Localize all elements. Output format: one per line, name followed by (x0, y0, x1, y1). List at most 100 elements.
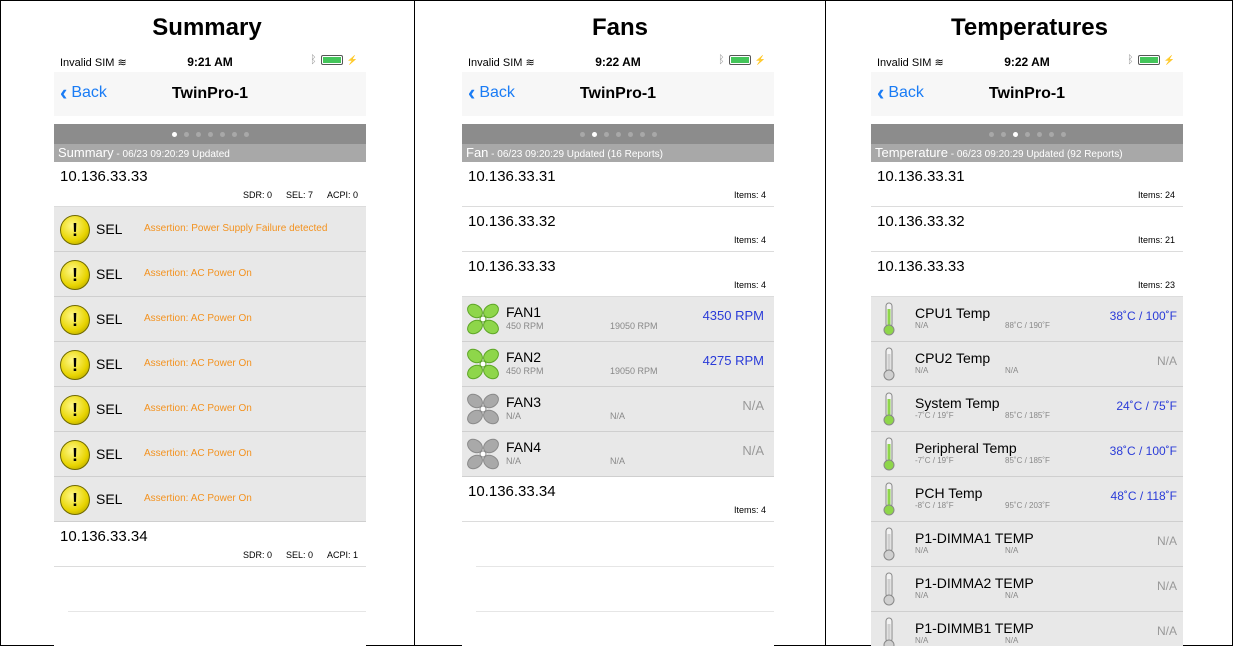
page-dot[interactable] (219, 131, 225, 137)
host-row[interactable]: 10.136.33.31 Items: 4 (462, 162, 774, 207)
charging-icon: ⚡ (754, 54, 766, 65)
page-indicator[interactable] (462, 124, 774, 144)
page-dot[interactable] (171, 131, 177, 137)
host-ip: 10.136.33.33 (877, 258, 965, 275)
page-dot[interactable] (1024, 131, 1030, 137)
fan-name: FAN4 (506, 439, 542, 455)
fan-row[interactable]: FAN4 N/A N/A N/A (462, 432, 774, 477)
page-dot[interactable] (207, 131, 213, 137)
page-dot[interactable] (591, 131, 597, 137)
event-type: SEL (96, 446, 123, 462)
section-subtitle: - 06/23 09:20:29 Updated (92 Reports) (947, 149, 1123, 160)
temperatures-phone-screen: Invalid SIM ≋ 9:22 AM ᛒ ⚡ ‹ Back TwinPro… (871, 50, 1183, 646)
status-indicators: ᛒ ⚡ (1127, 54, 1175, 66)
host-ip: 10.136.33.34 (468, 483, 556, 500)
empty-row (68, 612, 366, 646)
temperature-row[interactable]: P1-DIMMB1 TEMP N/A N/A N/A (871, 612, 1183, 646)
page-dot[interactable] (579, 131, 585, 137)
host-row[interactable]: 10.136.33.34 Items: 4 (462, 477, 774, 522)
fan-value: 4275 RPM (702, 353, 764, 368)
temperature-value: 38˚C / 100˚F (1109, 444, 1177, 458)
temperature-value: N/A (1156, 354, 1177, 368)
temperature-max: N/A (1005, 591, 1019, 600)
page-dot[interactable] (627, 131, 633, 137)
page-dot[interactable] (1012, 131, 1018, 137)
page-dot[interactable] (1000, 131, 1006, 137)
host-row[interactable]: 10.136.33.33 SDR: 0 SEL: 7 ACPI: 0 (54, 162, 366, 207)
temperature-value: N/A (1156, 579, 1177, 593)
page-dot[interactable] (615, 131, 621, 137)
host-items: Items: 24 (1138, 190, 1175, 200)
host-ip: 10.136.33.32 (877, 213, 965, 230)
host-row[interactable]: 10.136.33.34 SDR: 0 SEL: 0 ACPI: 1 (54, 522, 366, 567)
temperature-min: N/A (915, 366, 929, 375)
fan-value: N/A (742, 443, 764, 458)
sdr-count: SDR: 0 (242, 190, 272, 200)
temperature-value: 48˚C / 118˚F (1110, 489, 1177, 503)
temperature-row[interactable]: PCH Temp -8˚C / 18˚F 95˚C / 203˚F 48˚C / 11… (871, 477, 1183, 522)
temperature-row[interactable]: CPU1 Temp N/A 88˚C / 190˚F 38˚C / 100˚F (871, 297, 1183, 342)
event-row[interactable]: ! SEL Assertion: Power Supply Failure dete… (54, 207, 366, 252)
temperature-min: -8˚C / 18˚F (915, 501, 954, 510)
host-row[interactable]: 10.136.33.31 Items: 24 (871, 162, 1183, 207)
section-header: Summary - 06/23 09:20:29 Updated (54, 144, 366, 162)
event-row[interactable]: ! SEL Assertion: AC Power On (54, 252, 366, 297)
fan-min: N/A (506, 456, 522, 466)
status-bar: Invalid SIM ≋ 9:22 AM ᛒ ⚡ (462, 50, 774, 72)
fan-row[interactable]: FAN3 N/A N/A N/A (462, 387, 774, 432)
host-row[interactable]: 10.136.33.33 Items: 4 (462, 252, 774, 297)
fan-row[interactable]: FAN1 450 RPM 19050 RPM 4350 RPM (462, 297, 774, 342)
event-row[interactable]: ! SEL Assertion: AC Power On (54, 387, 366, 432)
event-type: SEL (96, 356, 123, 372)
warning-icon: ! (60, 350, 90, 380)
page-dot[interactable] (639, 131, 645, 137)
temperature-row[interactable]: P1-DIMMA1 TEMP N/A N/A N/A (871, 522, 1183, 567)
host-row[interactable]: 10.136.33.32 Items: 4 (462, 207, 774, 252)
temperature-max: 95˚C / 203˚F (1005, 501, 1050, 510)
page-dot[interactable] (651, 131, 657, 137)
temperature-row[interactable]: P1-DIMMA2 TEMP N/A N/A N/A (871, 567, 1183, 612)
items-count: Items: 24 (1137, 190, 1175, 200)
host-row[interactable]: 10.136.33.32 Items: 21 (871, 207, 1183, 252)
page-dot[interactable] (1060, 131, 1066, 137)
sel-count: SEL: 7 (285, 190, 313, 200)
page-dot[interactable] (195, 131, 201, 137)
thermometer-icon (881, 526, 897, 562)
page-dot[interactable] (183, 131, 189, 137)
host-ip: 10.136.33.33 (468, 258, 556, 275)
page-dot[interactable] (988, 131, 994, 137)
acpi-count: ACPI: 1 (326, 550, 358, 560)
temperature-sensor-list: CPU1 Temp N/A 88˚C / 190˚F 38˚C / 100˚F CPU2… (871, 297, 1183, 646)
items-count: Items: 23 (1137, 280, 1175, 290)
event-row[interactable]: ! SEL Assertion: AC Power On (54, 342, 366, 387)
battery-icon (1137, 55, 1160, 65)
navigation-bar: ‹ Back TwinPro-1 (871, 72, 1183, 116)
page-dot[interactable] (243, 131, 249, 137)
page-dot[interactable] (603, 131, 609, 137)
event-row[interactable]: ! SEL Assertion: AC Power On (54, 297, 366, 342)
fans-phone-screen: Invalid SIM ≋ 9:22 AM ᛒ ⚡ ‹ Back TwinPro… (462, 50, 774, 646)
page-dot[interactable] (231, 131, 237, 137)
temperature-min: N/A (915, 546, 929, 555)
empty-row (476, 522, 774, 567)
temperature-min: N/A (915, 321, 929, 330)
page-indicator[interactable] (54, 124, 366, 144)
fan-row[interactable]: FAN2 450 RPM 19050 RPM 4275 RPM (462, 342, 774, 387)
page-dot[interactable] (1036, 131, 1042, 137)
summary-column: Summary Invalid SIM ≋ 9:21 AM ᛒ ⚡ ‹ Back… (0, 0, 414, 646)
page-dot[interactable] (1048, 131, 1054, 137)
thermometer-icon (881, 616, 897, 646)
thermometer-icon (881, 571, 897, 607)
event-row[interactable]: ! SEL Assertion: AC Power On (54, 477, 366, 522)
page-indicator[interactable] (871, 124, 1183, 144)
temperature-row[interactable]: Peripheral Temp -7˚C / 19˚F 85˚C / 185˚F 38… (871, 432, 1183, 477)
temperatures-column: Temperatures Invalid SIM ≋ 9:22 AM ᛒ ⚡ ‹… (826, 0, 1233, 646)
temperature-row[interactable]: CPU2 Temp N/A N/A N/A (871, 342, 1183, 387)
section-header: Fan - 06/23 09:20:29 Updated (16 Reports… (462, 144, 774, 162)
temperature-row[interactable]: System Temp -7˚C / 19˚F 85˚C / 185˚F 24˚C /… (871, 387, 1183, 432)
event-row[interactable]: ! SEL Assertion: AC Power On (54, 432, 366, 477)
event-message: Assertion: AC Power On (144, 448, 252, 459)
acpi-count: ACPI: 0 (326, 190, 358, 200)
event-list: ! SEL Assertion: Power Supply Failure dete… (54, 207, 366, 522)
host-row[interactable]: 10.136.33.33 Items: 23 (871, 252, 1183, 297)
